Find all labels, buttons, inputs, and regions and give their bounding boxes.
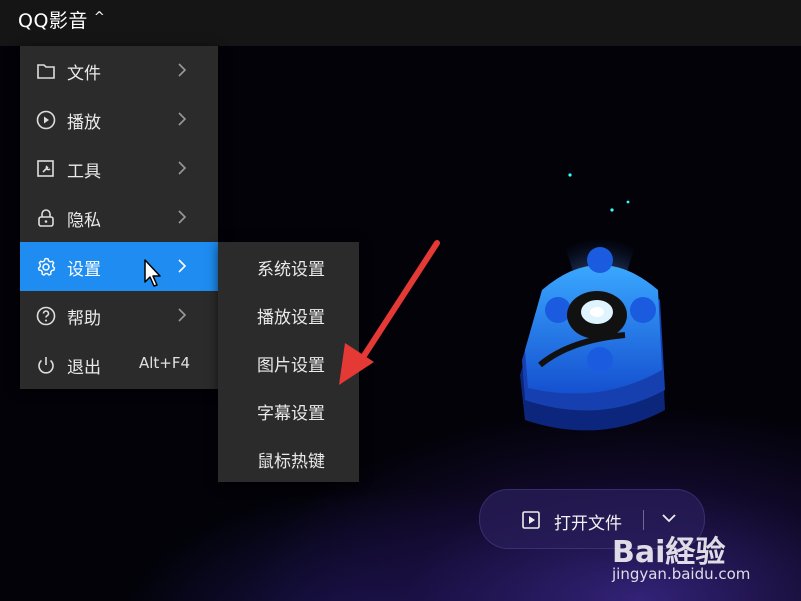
title-bar: QQ影音 ^: [0, 0, 801, 46]
menu-item-tools[interactable]: 工具: [20, 144, 218, 193]
submenu-item-label: 鼠标热键: [257, 452, 325, 472]
qq-player-logo-icon: [520, 173, 665, 431]
submenu-item-subtitle-settings[interactable]: 字幕设置: [218, 386, 359, 434]
settings-submenu: 系统设置 播放设置 图片设置 字幕设置 鼠标热键: [218, 242, 359, 482]
submenu-item-playback-settings[interactable]: 播放设置: [218, 290, 359, 338]
play-circle-icon: [36, 110, 56, 130]
menu-item-label: 隐私: [67, 211, 101, 231]
lock-icon: [38, 209, 54, 227]
open-file-control: 打开文件: [479, 489, 705, 549]
chevron-right-icon: [178, 161, 187, 175]
chevron-right-icon: [178, 259, 187, 273]
divider: [643, 510, 644, 530]
chevron-right-icon: [178, 308, 187, 322]
open-file-label: 打开文件: [554, 514, 622, 534]
app-menu-button[interactable]: QQ影音 ^: [18, 6, 105, 33]
menu-item-privacy[interactable]: 隐私: [20, 193, 218, 242]
menu-item-label: 退出: [67, 358, 101, 378]
menu-item-file[interactable]: 文件: [20, 46, 218, 95]
app-title: QQ影音: [18, 10, 88, 32]
menu-item-label: 帮助: [67, 309, 101, 329]
main-menu: 文件 播放 工具 隐私 设置 帮助 退出 Alt+F4: [20, 46, 218, 389]
submenu-item-label: 播放设置: [257, 308, 325, 328]
menu-item-help[interactable]: 帮助: [20, 291, 218, 340]
chevron-down-icon: [662, 514, 676, 523]
submenu-item-label: 字幕设置: [257, 404, 325, 424]
chevron-right-icon: [178, 210, 187, 224]
menu-item-settings[interactable]: 设置: [20, 242, 218, 291]
menu-item-label: 工具: [67, 162, 101, 182]
mouse-cursor-icon: [144, 259, 161, 287]
menu-item-label: 文件: [67, 64, 101, 84]
power-icon: [38, 357, 54, 374]
chevron-right-icon: [178, 112, 187, 126]
shortcut-label: Alt+F4: [139, 354, 191, 372]
menu-item-exit[interactable]: 退出 Alt+F4: [20, 340, 218, 389]
menu-item-play[interactable]: 播放: [20, 95, 218, 144]
play-file-icon: [522, 511, 540, 529]
submenu-item-image-settings[interactable]: 图片设置: [218, 338, 359, 386]
open-file-button[interactable]: 打开文件: [480, 490, 640, 548]
submenu-item-system-settings[interactable]: 系统设置: [218, 242, 359, 290]
menu-item-label: 播放: [67, 113, 101, 133]
chevron-right-icon: [178, 63, 187, 77]
chevron-up-icon: ^: [93, 10, 106, 25]
open-file-dropdown[interactable]: [646, 490, 696, 548]
gear-icon: [37, 257, 56, 276]
submenu-item-label: 系统设置: [257, 260, 325, 280]
help-icon: [36, 306, 56, 326]
submenu-item-mouse-hotkeys[interactable]: 鼠标热键: [218, 434, 359, 482]
tool-icon: [37, 160, 54, 177]
folder-icon: [37, 64, 55, 79]
submenu-item-label: 图片设置: [257, 356, 325, 376]
menu-item-label: 设置: [67, 260, 101, 280]
